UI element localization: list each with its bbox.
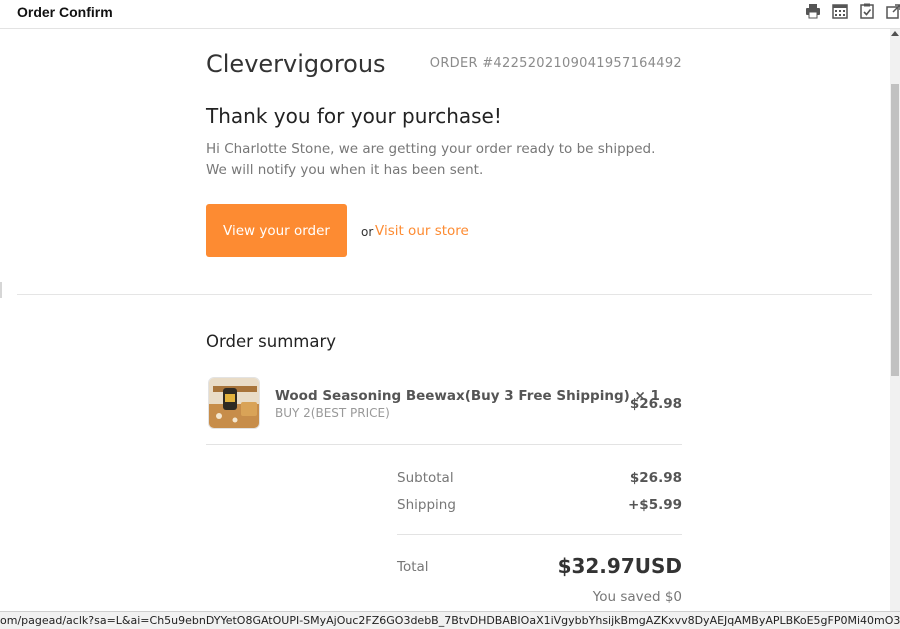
view-order-button[interactable]: View your order bbox=[206, 204, 347, 257]
view-order-button-label: View your order bbox=[223, 222, 330, 239]
product-thumbnail bbox=[208, 377, 260, 429]
product-price: $26.98 bbox=[629, 396, 682, 412]
visit-store-link[interactable]: Visit our store bbox=[375, 223, 469, 239]
calendar-icon[interactable] bbox=[832, 3, 848, 19]
status-bar: om/pagead/aclk?sa=L&ai=Ch5u9ebnDYYetO8GA… bbox=[0, 611, 900, 629]
popout-icon[interactable] bbox=[886, 3, 900, 19]
subtotal-label: Subtotal bbox=[397, 470, 454, 486]
totals-divider bbox=[397, 534, 682, 535]
printer-icon[interactable] bbox=[805, 3, 821, 19]
scroll-up-arrow-icon[interactable] bbox=[891, 31, 899, 36]
status-url: om/pagead/aclk?sa=L&ai=Ch5u9ebnDYYetO8GA… bbox=[0, 614, 900, 627]
or-text: or bbox=[361, 225, 374, 239]
shipping-label: Shipping bbox=[397, 497, 456, 513]
section-divider bbox=[17, 294, 872, 295]
window-titlebar: Order Confirm bbox=[0, 0, 900, 29]
order-number: ORDER #422520210904195716449​2 bbox=[429, 56, 682, 71]
vertical-scrollbar[interactable] bbox=[890, 29, 900, 611]
clipboard-check-icon[interactable] bbox=[859, 3, 875, 19]
shop-name: Clevervigorous bbox=[206, 50, 386, 78]
window-title: Order Confirm bbox=[17, 4, 113, 20]
summary-divider bbox=[206, 444, 682, 445]
product-name: Wood Seasoning Beewax(Buy 3 Free Shippin… bbox=[275, 388, 660, 404]
total-label: Total bbox=[397, 559, 429, 575]
confirmation-message: Hi Charlotte Stone, we are getting your … bbox=[206, 141, 656, 178]
email-body: Clevervigorous ORDER #422520210904195716… bbox=[0, 29, 890, 611]
product-variant: BUY 2(BEST PRICE) bbox=[275, 406, 390, 420]
shipping-value: +$5.99 bbox=[627, 497, 682, 513]
order-summary-title: Order summary bbox=[206, 332, 336, 351]
subtotal-value: $26.98 bbox=[629, 470, 682, 486]
total-value: $32.97USD bbox=[557, 554, 682, 578]
scrollbar-thumb[interactable] bbox=[891, 84, 899, 376]
savings-text: You saved $0 bbox=[592, 589, 682, 605]
thank-you-heading: Thank you for your purchase! bbox=[206, 104, 502, 128]
